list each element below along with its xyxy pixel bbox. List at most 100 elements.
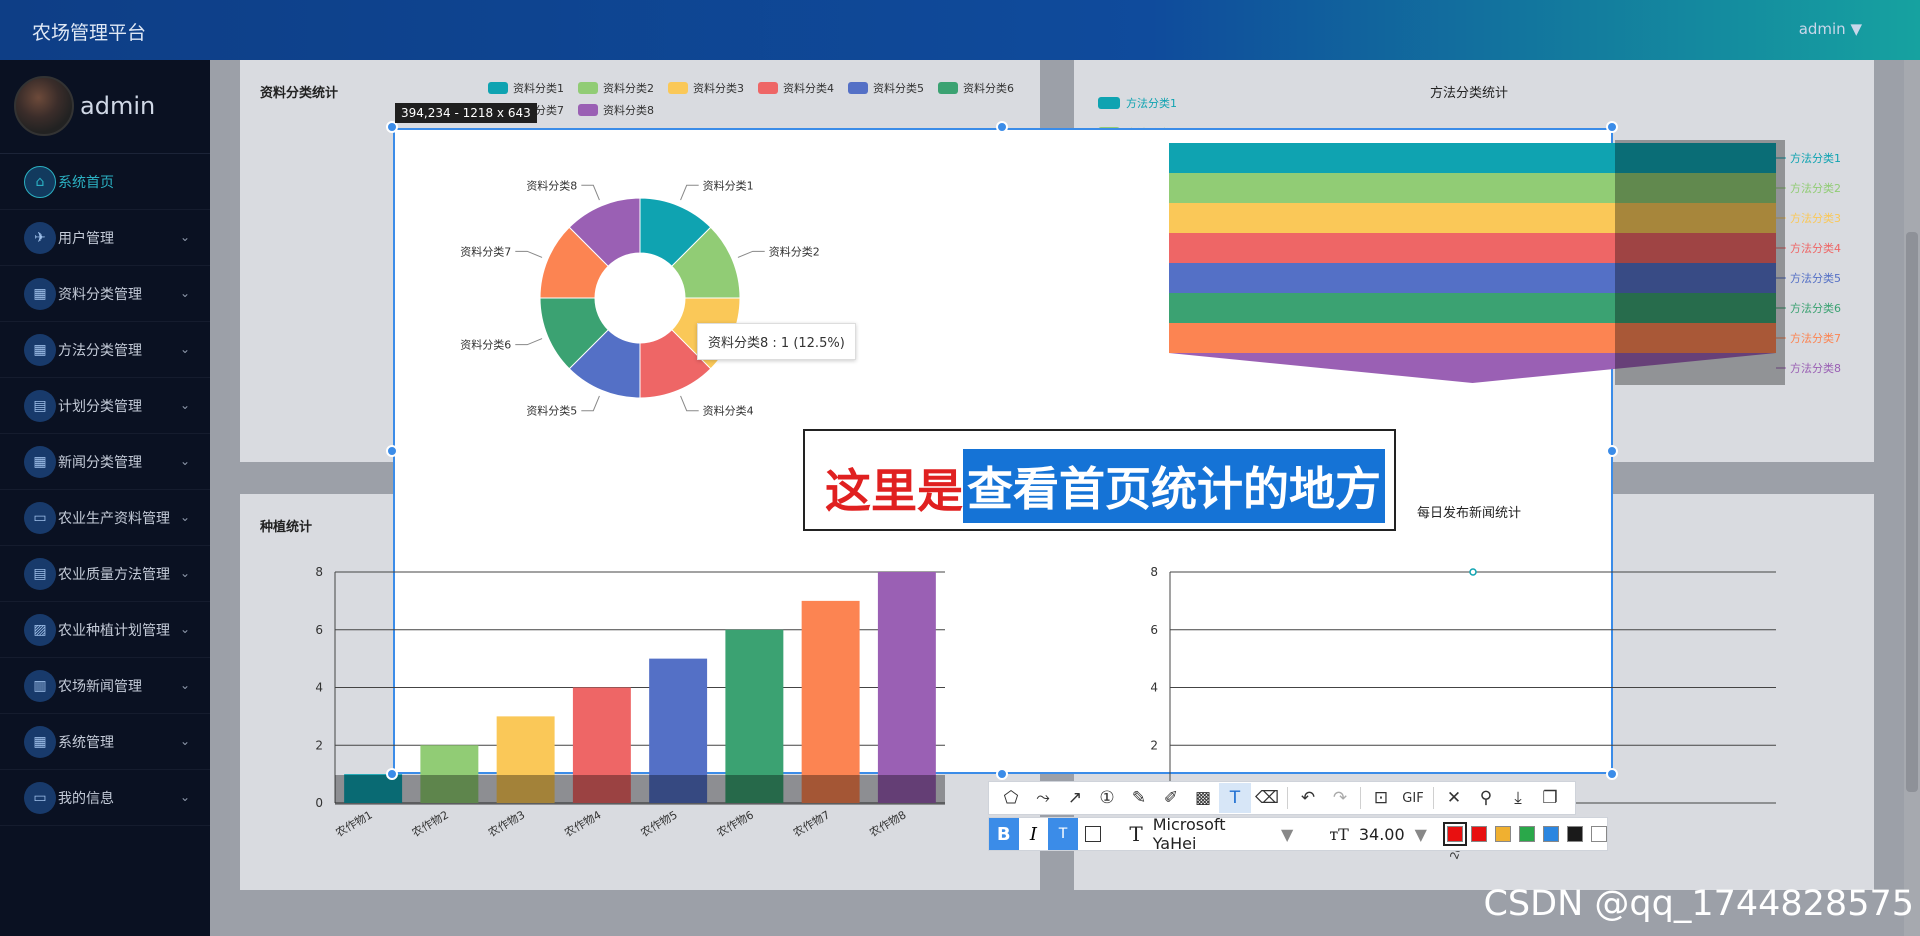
chevron-down-icon: ⌄	[179, 510, 190, 524]
color-swatch[interactable]	[1590, 826, 1607, 842]
close-icon[interactable]: ✕	[1438, 783, 1470, 813]
text-background-button[interactable]: T	[1048, 818, 1078, 850]
color-swatch[interactable]	[1566, 826, 1583, 842]
annotation-textbox[interactable]: 这里是 查看首页统计的地方	[803, 429, 1396, 531]
chevron-down-icon: ⌄	[179, 286, 190, 300]
chart-icon: ▨	[24, 613, 56, 646]
shape-tool-icon[interactable]: ⬠	[995, 783, 1027, 813]
sidebar-item-label: 计划分类管理	[58, 398, 142, 415]
pie-legend-item[interactable]: 资料分类2	[578, 80, 654, 96]
pie-legend-item[interactable]: 资料分类1	[488, 80, 564, 96]
scroll-capture-icon[interactable]: ⊡	[1365, 783, 1397, 813]
text-border-button[interactable]	[1078, 818, 1108, 850]
sidebar-item-6[interactable]: ▦ 新闻分类管理 ⌄	[0, 434, 210, 490]
profile-username: admin	[80, 92, 156, 120]
pie-legend-label: 资料分类2	[603, 82, 654, 95]
color-swatch[interactable]	[1542, 826, 1559, 842]
color-swatch[interactable]	[1494, 826, 1511, 842]
sidebar-item-4[interactable]: ▦ 方法分类管理 ⌄	[0, 322, 210, 378]
funnel-legend-item[interactable]: 方法分类1	[1098, 88, 1218, 118]
capture-toolbar: ⬠ ⤳ ↗ ① ✎ ✐ ▩ T ⌫ ↶ ↷ ⊡ GIF ✕ ⚲ ⤓ ❐	[988, 781, 1576, 815]
grid-icon: ▦	[24, 445, 56, 478]
font-size-value: 34.00	[1358, 824, 1405, 844]
pie-legend-label: 资料分类8	[603, 104, 654, 117]
sidebar-item-7[interactable]: ▭ 农业生产资料管理 ⌄	[0, 490, 210, 546]
pie-legend-item[interactable]: 资料分类6	[938, 80, 1014, 96]
grid-icon: ▦	[24, 333, 56, 366]
resize-handle-ne[interactable]	[1606, 121, 1618, 133]
redo-icon[interactable]: ↷	[1324, 783, 1356, 813]
pie-legend-item[interactable]: 资料分类4	[758, 80, 834, 96]
text-tool-icon[interactable]: T	[1219, 783, 1251, 813]
sidebar-item-9[interactable]: ▨ 农业种植计划管理 ⌄	[0, 602, 210, 658]
sidebar-item-12[interactable]: ▭ 我的信息 ⌄	[0, 770, 210, 826]
mosaic-tool-icon[interactable]: ▩	[1187, 783, 1219, 813]
font-family-value: Microsoft YaHei	[1152, 815, 1226, 853]
number-tool-icon[interactable]: ①	[1091, 783, 1123, 813]
zhongzhi-panel-title: 种植统计	[260, 520, 313, 535]
sidebar-item-3[interactable]: ▦ 资料分类管理 ⌄	[0, 266, 210, 322]
pie-legend-item[interactable]: 资料分类5	[848, 80, 924, 96]
sidebar-item-label: 方法分类管理	[58, 342, 142, 359]
pie-legend-item[interactable]: 资料分类3	[668, 80, 744, 96]
sidebar-item-2[interactable]: ✈ 用户管理 ⌄	[0, 210, 210, 266]
home-icon: ⌂	[24, 165, 56, 198]
resize-handle-e[interactable]	[1606, 445, 1618, 457]
copy-icon[interactable]: ❐	[1534, 783, 1566, 813]
pin-icon[interactable]: ⚲	[1470, 783, 1502, 813]
eraser-tool-icon[interactable]: ⌫	[1251, 783, 1283, 813]
resize-handle-se[interactable]	[1606, 768, 1618, 780]
funnel-legend-label: 方法分类1	[1126, 97, 1177, 110]
color-swatch[interactable]	[1518, 826, 1535, 842]
text-options-toolbar: B I T T Microsoft YaHei ▼ ᴛT 34.00 ▼	[988, 815, 1608, 853]
pen-tool-icon[interactable]: ✎	[1123, 783, 1155, 813]
color-swatch[interactable]	[1442, 822, 1467, 846]
user-menu[interactable]: admin ▼	[1799, 20, 1862, 38]
sidebar-item-10[interactable]: ▥ 农场新闻管理 ⌄	[0, 658, 210, 714]
download-icon[interactable]: ⤓	[1502, 783, 1534, 813]
undo-icon[interactable]: ↶	[1292, 783, 1324, 813]
polyline-tool-icon[interactable]: ⤳	[1027, 783, 1059, 813]
card-icon: ▭	[24, 781, 56, 814]
color-swatches	[1439, 822, 1607, 846]
pie-legend-label: 资料分类3	[693, 82, 744, 95]
sidebar-item-1[interactable]: ⌂ 系统首页	[0, 154, 210, 210]
chevron-down-icon: ⌄	[179, 398, 190, 412]
pie-legend-label: 资料分类6	[963, 82, 1014, 95]
paper-plane-icon: ✈	[24, 221, 56, 254]
sidebar-item-label: 农业质量方法管理	[58, 566, 170, 583]
resize-handle-sw[interactable]	[386, 768, 398, 780]
sidebar: admin ⌂ 系统首页 ✈ 用户管理 ⌄ ▦ 资料分类管理 ⌄ ▦ 方法分类管理 ⌄ ▤ 计划分类管理…	[0, 60, 210, 936]
sidebar-item-label: 系统首页	[58, 174, 114, 191]
capture-size-tooltip: 394,234 - 1218 x 643	[395, 103, 537, 123]
pie-legend-item[interactable]: 资料分类8	[578, 102, 654, 118]
pie-tooltip: 资料分类8 : 1 (12.5%)	[697, 323, 856, 360]
chevron-down-icon: ⌄	[179, 790, 190, 804]
resize-handle-w[interactable]	[386, 445, 398, 457]
monitor-icon: ▭	[24, 501, 56, 534]
chevron-down-icon: ⌄	[179, 734, 190, 748]
font-family-select[interactable]: T Microsoft YaHei ▼	[1129, 815, 1293, 853]
sidebar-item-label: 农场新闻管理	[58, 678, 142, 695]
chevron-down-icon: ⌄	[179, 230, 190, 244]
sidebar-item-label: 系统管理	[58, 734, 114, 751]
gif-icon[interactable]: GIF	[1397, 783, 1429, 813]
color-swatch[interactable]	[1470, 826, 1487, 842]
scrollbar-thumb[interactable]	[1906, 232, 1918, 792]
font-size-select[interactable]: ᴛT 34.00 ▼	[1329, 825, 1427, 844]
avatar[interactable]	[14, 76, 74, 136]
resize-handle-n[interactable]	[996, 121, 1008, 133]
sidebar-item-11[interactable]: ▦ 系统管理 ⌄	[0, 714, 210, 770]
sidebar-item-5[interactable]: ▤ 计划分类管理 ⌄	[0, 378, 210, 434]
sidebar-item-8[interactable]: ▤ 农业质量方法管理 ⌄	[0, 546, 210, 602]
italic-button[interactable]: I	[1019, 818, 1049, 850]
chevron-down-icon: ▼	[1414, 824, 1427, 844]
arrow-tool-icon[interactable]: ↗	[1059, 783, 1091, 813]
resize-handle-s[interactable]	[996, 768, 1008, 780]
marker-tool-icon[interactable]: ✐	[1155, 783, 1187, 813]
bold-button[interactable]: B	[989, 818, 1019, 850]
chevron-down-icon: ⌄	[179, 342, 190, 356]
pie-legend-label: 资料分类4	[783, 82, 834, 95]
watermark: CSDN @qq_1744828575	[1483, 884, 1914, 924]
chevron-down-icon: ▼	[1281, 824, 1294, 844]
